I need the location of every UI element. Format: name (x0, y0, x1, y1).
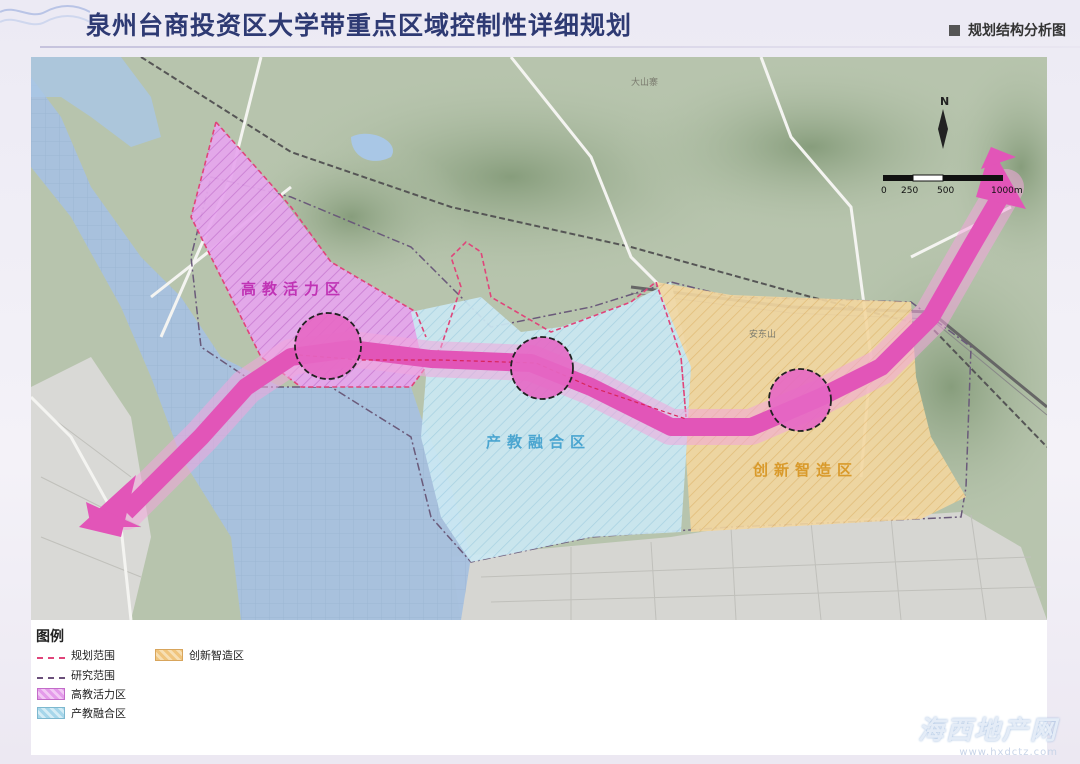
wave-decoration-icon (0, 5, 90, 26)
planning-map[interactable]: 高教活力区 产教融合区 创新智造区 安东山 大山寨 N 0 250 500 10… (31, 57, 1047, 620)
map-subtitle-text: 规划结构分析图 (968, 23, 1066, 39)
svg-text:N: N (940, 95, 949, 108)
legend-item-industry-education: 产教融合区 (37, 705, 126, 721)
orange-hatch-icon (155, 649, 183, 661)
node-circle (768, 368, 832, 432)
legend-item-research-boundary: 研究范围 (37, 667, 115, 683)
watermark-text: 海西地产网 (917, 716, 1058, 746)
place-label: 安东山 (749, 328, 776, 340)
page-title: 泉州台商投资区大学带重点区域控制性详细规划 (86, 11, 633, 40)
legend-label: 产教融合区 (71, 707, 126, 720)
watermark-url: www.hxdctz.com (959, 747, 1058, 758)
legend-title: 图例 (36, 629, 64, 645)
blue-hatch-icon (37, 707, 65, 719)
legend-label: 创新智造区 (189, 649, 244, 662)
scale-tick-label: 500 (937, 186, 954, 196)
legend-label: 研究范围 (71, 669, 115, 682)
scale-tick-label: 1000m (991, 186, 1023, 196)
zone-label-innovation: 创新智造区 (752, 461, 858, 479)
node-circle (510, 336, 574, 400)
legend-label: 规划范围 (71, 649, 115, 662)
legend-item-innovation: 创新智造区 (155, 647, 244, 663)
map-legend: 图例 规划范围 研究范围 高教活力区 产教融合区 创新智造区 (31, 620, 1047, 755)
scale-bar: 0 250 500 1000m (881, 174, 1023, 196)
map-canvas: 高教活力区 产教融合区 创新智造区 安东山 大山寨 N 0 250 500 10… (31, 57, 1047, 620)
dashed-pink-line-icon (37, 656, 65, 659)
watermark: 海西地产网 www.hxdctz.com (918, 710, 1058, 758)
zone-label-industry-education: 产教融合区 (486, 433, 591, 451)
place-label: 大山寨 (631, 76, 658, 88)
map-subtitle: 规划结构分析图 (949, 20, 1066, 40)
legend-item-plan-boundary: 规划范围 (37, 647, 115, 663)
legend-label: 高教活力区 (71, 688, 126, 701)
square-bullet-icon (949, 24, 960, 36)
pink-hatch-icon (37, 688, 65, 700)
node-circle (294, 312, 362, 380)
legend-item-higher-ed: 高教活力区 (37, 686, 126, 702)
header-divider (40, 46, 1080, 48)
dash-dot-line-icon (37, 676, 65, 679)
zone-label-higher-ed: 高教活力区 (241, 280, 346, 298)
scale-tick-label: 250 (901, 186, 918, 196)
scale-tick-label: 0 (881, 186, 887, 196)
